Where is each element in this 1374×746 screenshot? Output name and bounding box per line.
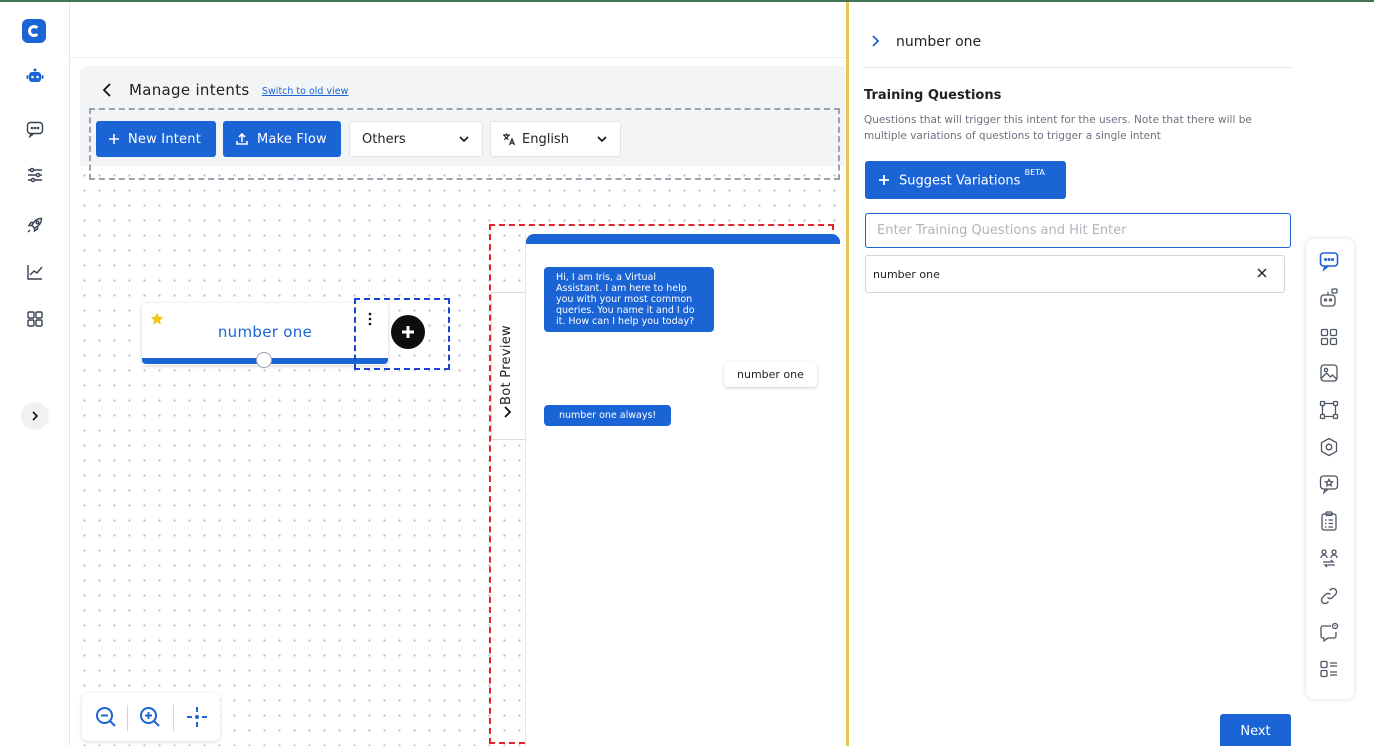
toolbar-item-cards[interactable]: [1318, 326, 1340, 348]
page-title: Manage intents: [129, 81, 250, 99]
chevron-right-icon: [504, 406, 512, 418]
beta-badge: BETA: [1024, 167, 1045, 177]
zoom-separator: [173, 705, 174, 731]
suggest-variations-label: Suggest Variations BETA: [899, 168, 1045, 189]
training-question-text: number one: [873, 268, 940, 281]
switch-old-view-link[interactable]: Switch to old view: [262, 86, 348, 97]
chevron-right-icon[interactable]: [869, 34, 883, 48]
app-root: Manage intents Switch to old view New In…: [0, 0, 1374, 746]
node-connector-handle[interactable]: [256, 352, 272, 368]
training-questions-title: Training Questions: [864, 88, 1002, 103]
message-icon: [1319, 252, 1339, 272]
sidebar-item-chat[interactable]: [17, 111, 53, 147]
app-logo[interactable]: [22, 19, 46, 43]
sliders-icon: [28, 167, 42, 183]
grid-icon: [27, 311, 43, 327]
translate-icon: [503, 133, 516, 146]
bot-reply-message: number one always!: [544, 405, 672, 426]
fit-view-icon[interactable]: [185, 705, 209, 729]
chat-alert-icon: [1320, 622, 1339, 643]
back-arrow-icon[interactable]: [98, 80, 118, 100]
rocket-icon: [27, 217, 43, 233]
make-flow-button[interactable]: Make Flow: [223, 121, 341, 157]
sidebar-item-settings[interactable]: [17, 157, 53, 193]
add-node-button[interactable]: [391, 315, 425, 349]
users-switch-icon: [1320, 549, 1338, 568]
bot-message: Hi, I am Iris, a Virtual Assistant. I am…: [544, 267, 714, 332]
toolbar-item-link[interactable]: [1318, 585, 1340, 607]
toolbar-item-feedback[interactable]: [1318, 473, 1340, 495]
chevron-down-icon: [597, 136, 607, 143]
toolbar-item-list[interactable]: [1318, 658, 1340, 680]
close-icon[interactable]: [1255, 266, 1269, 280]
panel-title: number one: [896, 34, 982, 50]
analytics-icon: [27, 265, 43, 280]
frame-icon: [1319, 400, 1339, 420]
settings-icon: [1320, 437, 1338, 457]
panel-header-divider: [864, 67, 1292, 68]
upload-icon: [236, 132, 248, 145]
link-icon: [1320, 587, 1338, 605]
toolbar-item-frame[interactable]: [1318, 399, 1340, 421]
sidebar-item-bots[interactable]: [17, 59, 53, 95]
top-header: [70, 2, 848, 58]
toolbar-item-form[interactable]: [1318, 510, 1340, 532]
bot-icon: [26, 68, 44, 82]
intent-node-title: number one: [217, 323, 313, 341]
grid-icon: [1320, 328, 1338, 346]
toolbar-item-settings[interactable]: [1318, 436, 1340, 458]
zoom-in-icon[interactable]: [138, 705, 162, 729]
new-intent-label: New Intent: [128, 131, 201, 147]
suggest-label-text: Suggest Variations: [899, 173, 1021, 189]
robot-icon: [1320, 288, 1338, 307]
plus-icon: [402, 326, 414, 338]
toolbar-item-live-chat[interactable]: [1318, 621, 1340, 643]
toolbar-item-image[interactable]: [1318, 362, 1340, 384]
chevron-right-icon: [32, 411, 39, 421]
category-select[interactable]: Others: [349, 121, 483, 157]
toolbar-item-bot[interactable]: [1318, 287, 1340, 309]
training-questions-description: Questions that will trigger this intent …: [864, 114, 1252, 142]
next-button[interactable]: Next: [1220, 714, 1291, 746]
toolbar-item-message[interactable]: [1318, 250, 1340, 272]
bot-preview-header: [526, 234, 840, 244]
new-intent-button[interactable]: New Intent: [96, 121, 216, 157]
user-message: number one: [724, 362, 817, 387]
toolbar-item-handover[interactable]: [1318, 547, 1340, 569]
plus-icon: [109, 134, 119, 144]
training-question-input[interactable]: [865, 213, 1291, 248]
chat-icon: [26, 121, 44, 139]
clipboard-icon: [1321, 511, 1337, 531]
language-select[interactable]: English: [490, 121, 621, 157]
star-message-icon: [1319, 475, 1339, 495]
category-value: Others: [362, 131, 406, 147]
image-icon: [1320, 364, 1338, 382]
sidebar-item-analytics[interactable]: [17, 254, 53, 290]
plus-icon: [879, 175, 889, 185]
list-icon: [1320, 660, 1337, 678]
zoom-out-icon[interactable]: [94, 705, 118, 729]
logo-mark-icon: [28, 25, 40, 37]
sidebar-item-deploy[interactable]: [17, 207, 53, 243]
suggest-variations-button[interactable]: Suggest Variations BETA: [865, 161, 1066, 199]
sidebar-item-apps[interactable]: [17, 301, 53, 337]
zoom-separator: [127, 705, 128, 731]
language-value: English: [522, 131, 569, 147]
make-flow-label: Make Flow: [257, 131, 327, 147]
expand-sidebar-button[interactable]: [21, 402, 49, 430]
chevron-down-icon: [459, 136, 469, 143]
